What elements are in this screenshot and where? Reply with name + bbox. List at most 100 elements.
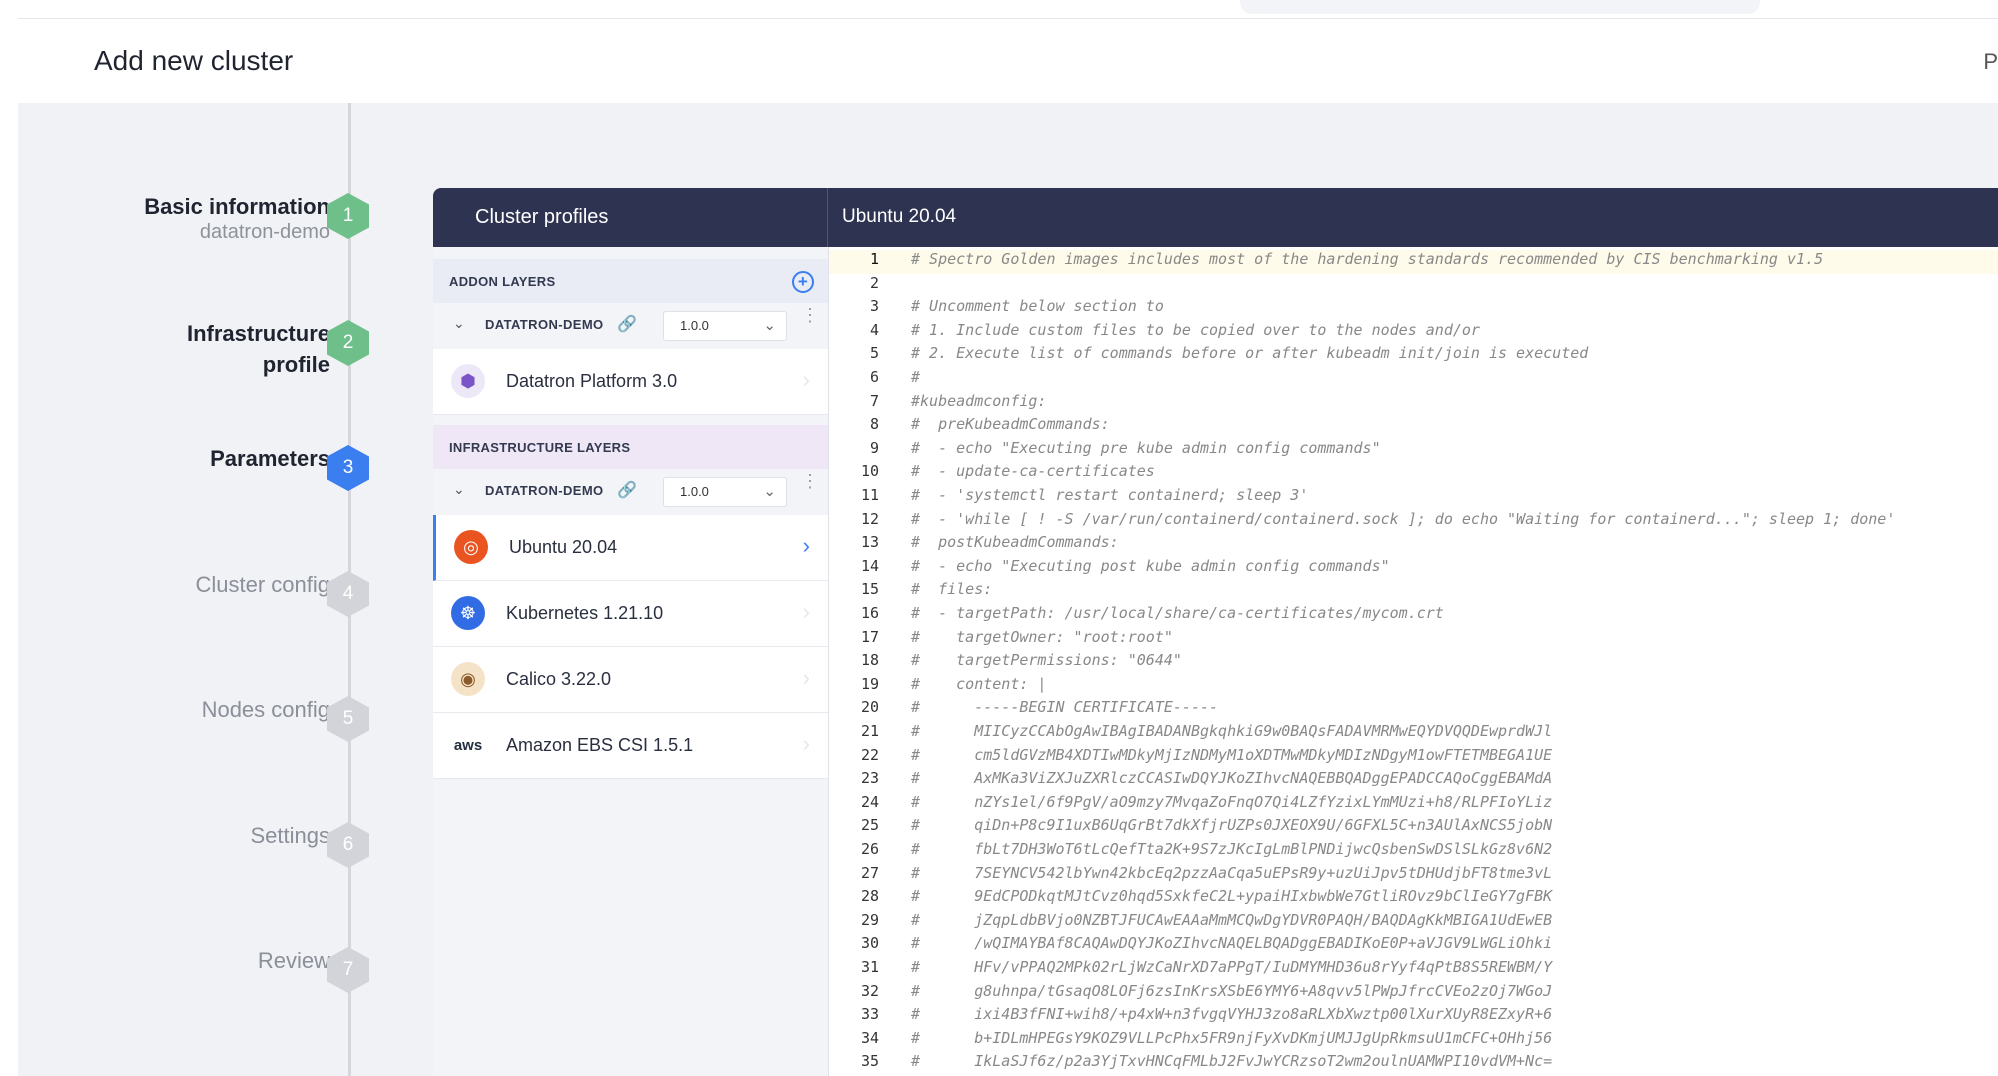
code-line: 28 # 9EdCPODkqtMJtCvz0hqd5SxkfeC2L+ypaiHI… xyxy=(829,887,1998,911)
code-text: # - echo "Executing post kube admin conf… xyxy=(911,556,1390,575)
line-number: 10 xyxy=(860,462,879,481)
code-text: # ixi4B3fFNI+wih8/+p4xW+n3fvgqVYHJ3zo8aR… xyxy=(911,1005,1553,1024)
code-line: 10 # - update-ca-certificates xyxy=(829,462,1998,486)
code-line: 17 # targetOwner: "root:root" xyxy=(829,628,1998,652)
layer-name: Ubuntu 20.04 xyxy=(509,537,618,557)
code-line: 11 # - 'systemctl restart containerd; sle… xyxy=(829,486,1998,510)
code-text: # qiDn+P8c9I1uxB6UqGrBt7dkXfjrUZPs0JXEOX… xyxy=(911,816,1553,835)
infrastructure-layers-header: INFRASTRUCTURE LAYERS xyxy=(433,425,828,469)
code-text: # 2. Execute list of commands before or … xyxy=(911,344,1589,363)
kebab-menu-icon[interactable]: ⋮ xyxy=(801,472,819,490)
code-text: # - targetPath: /usr/local/share/ca-cert… xyxy=(911,604,1444,622)
kebab-menu-icon[interactable]: ⋮ xyxy=(801,306,819,324)
layer-item[interactable]: aws Amazon EBS CSI 1.5.1 › xyxy=(433,713,828,779)
line-number: 12 xyxy=(860,509,879,528)
layer-item[interactable]: ☸ Kubernetes 1.21.10 › xyxy=(433,581,828,647)
code-text: # fbLt7DH3WoT6tLcQefTta2K+9S7zJKcIgLmBlP… xyxy=(911,840,1553,858)
code-line: 8 # preKubeadmCommands: xyxy=(829,415,1998,439)
code-text: # IkLaSJf6z/p2a3YjTxvHNCqFMLbJ2FvJwYCRzs… xyxy=(911,1052,1553,1071)
addon-profile-row[interactable]: ⌄ DATATRON-DEMO 🔗 1.0.0 ⌄ ⋮ xyxy=(433,303,828,347)
layer-name: Datatron Platform 3.0 xyxy=(506,371,678,391)
code-line: 15 # files: xyxy=(829,580,1998,604)
code-text: # content: | xyxy=(911,674,1047,693)
code-line: 2 xyxy=(829,274,1998,298)
layer-item[interactable]: ◎ Ubuntu 20.04 › xyxy=(433,515,828,581)
infrastructure-layers-label: INFRASTRUCTURE LAYERS xyxy=(449,440,631,455)
code-line: 30 # /wQIMAYBAf8CAQAwDQYJKoZIhvcNAQELBQAD… xyxy=(829,934,1998,958)
code-line: 25 # qiDn+P8c9I1uxB6UqGrBt7dkXfjrUZPs0JXE… xyxy=(829,816,1998,840)
code-text: # postKubeadmCommands: xyxy=(911,533,1119,552)
code-text: # - update-ca-certificates xyxy=(911,462,1155,481)
code-line: 5 # 2. Execute list of commands before or… xyxy=(829,344,1998,368)
line-number: 11 xyxy=(860,486,879,504)
code-text: # nZYs1el/6f9PgV/aO9mzy7MvqaZoFnqO7Qi4LZ… xyxy=(911,792,1553,811)
code-line: 18 # targetPermissions: "0644" xyxy=(829,651,1998,675)
line-number: 3 xyxy=(869,297,879,316)
line-number: 16 xyxy=(860,604,879,622)
version-select[interactable]: 1.0.0 ⌄ xyxy=(663,477,787,507)
code-text: # targetOwner: "root:root" xyxy=(911,627,1173,646)
code-text: # - 'systemctl restart containerd; sleep… xyxy=(911,486,1309,504)
code-line: 16 # - targetPath: /usr/local/share/ca-ce… xyxy=(829,604,1998,628)
chevron-down-icon[interactable]: ⌄ xyxy=(453,315,465,332)
line-number: 17 xyxy=(860,627,879,646)
infra-profile-row[interactable]: ⌄ DATATRON-DEMO 🔗 1.0.0 ⌄ ⋮ xyxy=(433,469,828,513)
code-line: 14 # - echo "Executing post kube admin co… xyxy=(829,557,1998,581)
version-value: 1.0.0 xyxy=(680,484,709,499)
code-line: 22 # cm5ldGVzMB4XDTIwMDkyMjIzNDMyM1oXDTMw… xyxy=(829,746,1998,770)
chevron-down-icon[interactable]: ⌄ xyxy=(453,481,465,498)
code-text: # AxMKa3ViZXJuZXRlczCCASIwDQYJKoZIhvcNAQ… xyxy=(911,769,1553,788)
link-icon[interactable]: 🔗 xyxy=(617,480,637,500)
line-number: 15 xyxy=(860,580,879,599)
code-text: # g8uhnpa/tGsaqO8LOFj6zsInKrsXSbE6YMY6+A… xyxy=(911,981,1553,1000)
chevron-right-icon: › xyxy=(802,731,810,756)
code-text: #kubeadmconfig: xyxy=(911,391,1047,410)
version-select[interactable]: 1.0.0 ⌄ xyxy=(663,311,787,341)
line-number: 4 xyxy=(869,320,879,339)
code-line: 32 # g8uhnpa/tGsaqO8LOFj6zsInKrsXSbE6YMY6… xyxy=(829,982,1998,1006)
version-value: 1.0.0 xyxy=(680,318,709,333)
datatron-icon: ⬢ xyxy=(451,364,485,398)
kubernetes-icon: ☸ xyxy=(451,596,485,630)
chevron-right-icon: › xyxy=(802,599,810,624)
line-number: 34 xyxy=(860,1028,879,1047)
code-text: # - echo "Executing pre kube admin confi… xyxy=(911,438,1381,457)
calico-icon: ◉ xyxy=(451,662,485,696)
line-number: 18 xyxy=(860,651,879,670)
code-line: 33 # ixi4B3fFNI+wih8/+p4xW+n3fvgqVYHJ3zo8… xyxy=(829,1005,1998,1029)
line-number: 30 xyxy=(860,934,879,953)
layer-item[interactable]: ⬢ Datatron Platform 3.0 › xyxy=(433,349,828,415)
chevron-right-icon: › xyxy=(802,665,810,690)
editor-title: Ubuntu 20.04 xyxy=(842,206,957,227)
line-number: 28 xyxy=(860,887,879,906)
addon-layers-header: ADDON LAYERS + xyxy=(433,259,828,303)
step-title: Nodes config xyxy=(201,697,330,722)
step-title: Cluster config xyxy=(195,572,330,597)
code-line: 29 # jZqpLdbBVjo0NZBTJFUCAwEAAaMmMCQwDgYD… xyxy=(829,911,1998,935)
header-right-text: P xyxy=(1983,49,1998,74)
code-text: # xyxy=(911,368,921,386)
panel-header: Cluster profiles Ubuntu 20.04 xyxy=(433,188,1998,247)
line-number: 14 xyxy=(860,556,879,575)
code-line: 6 # xyxy=(829,368,1998,392)
profiles-sidebar: ADDON LAYERS + ⌄ DATATRON-DEMO 🔗 1.0.0 ⌄… xyxy=(433,247,829,1076)
left-edge xyxy=(0,0,18,1076)
link-icon[interactable]: 🔗 xyxy=(617,314,637,334)
add-layer-icon[interactable]: + xyxy=(792,271,814,293)
step-title: Infrastructure profile xyxy=(186,321,330,377)
chevron-right-icon: › xyxy=(802,533,810,558)
layer-name: Kubernetes 1.21.10 xyxy=(506,603,664,623)
yaml-editor[interactable]: 1 # Spectro Golden images includes most o… xyxy=(829,247,1998,1076)
code-text: # preKubeadmCommands: xyxy=(911,415,1110,434)
profile-name: DATATRON-DEMO xyxy=(485,317,604,332)
line-number: 6 xyxy=(869,368,879,386)
line-number: 2 xyxy=(869,273,879,292)
code-text: # - 'while [ ! -S /var/run/containerd/co… xyxy=(911,509,1896,528)
code-text: # jZqpLdbBVjo0NZBTJFUCAwEAAaMmMCQwDgYDVR… xyxy=(911,910,1553,929)
line-number: 22 xyxy=(860,745,879,764)
line-number: 9 xyxy=(869,438,879,457)
line-number: 20 xyxy=(860,698,879,717)
code-line: 13 # postKubeadmCommands: xyxy=(829,533,1998,557)
line-number: 13 xyxy=(860,533,879,552)
layer-item[interactable]: ◉ Calico 3.22.0 › xyxy=(433,647,828,713)
